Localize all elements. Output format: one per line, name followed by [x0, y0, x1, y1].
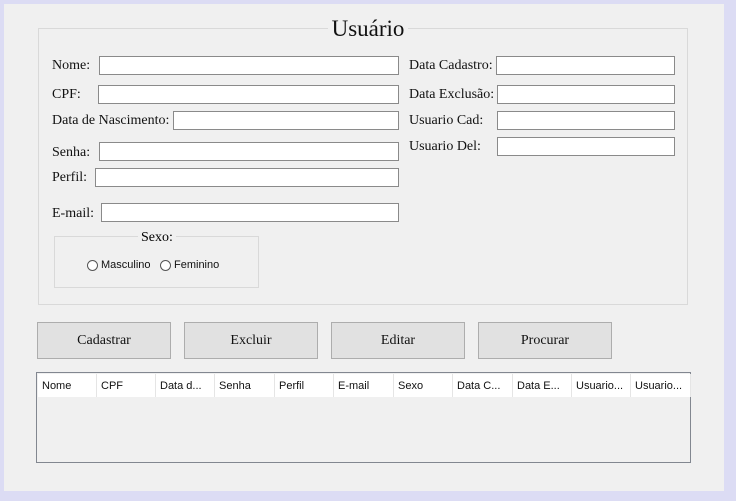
data-exclusao-label: Data Exclusão: [409, 87, 495, 102]
feminino-label: Feminino [174, 259, 220, 271]
column-header-data-cadastro[interactable]: Data C... [453, 374, 513, 397]
data-cadastro-input[interactable] [496, 56, 675, 75]
procurar-button[interactable]: Procurar [478, 322, 612, 359]
editar-button[interactable]: Editar [331, 322, 465, 359]
users-table[interactable]: Nome CPF Data d... Senha Perfil E-mail S… [36, 372, 691, 463]
column-header-usuario-del[interactable]: Usuario... [631, 374, 691, 397]
nascimento-input[interactable] [173, 111, 399, 130]
nome-input[interactable] [99, 56, 399, 75]
usuario-del-label: Usuario Del: [409, 139, 481, 154]
email-label: E-mail: [52, 206, 94, 221]
radio-circle-icon [87, 259, 98, 271]
column-header-email[interactable]: E-mail [334, 374, 394, 397]
senha-input[interactable] [99, 142, 399, 161]
column-header-sexo[interactable]: Sexo [394, 374, 453, 397]
nascimento-label: Data de Nascimento: [52, 113, 170, 128]
perfil-input[interactable] [95, 168, 399, 187]
column-header-perfil[interactable]: Perfil [275, 374, 334, 397]
sexo-label: Sexo: [138, 230, 176, 246]
feminino-radio[interactable]: Feminino [160, 259, 219, 271]
cpf-input[interactable] [98, 85, 399, 104]
masculino-radio[interactable]: Masculino [87, 259, 151, 271]
usuario-cad-input[interactable] [497, 111, 675, 130]
senha-label: Senha: [52, 145, 91, 160]
column-header-nome[interactable]: Nome [38, 374, 97, 397]
data-exclusao-input[interactable] [497, 85, 675, 104]
usuario-cad-label: Usuario Cad: [409, 113, 484, 128]
masculino-label: Masculino [101, 259, 151, 271]
form-title: Usuário [0, 16, 736, 42]
data-cadastro-label: Data Cadastro: [409, 58, 493, 73]
cpf-label: CPF: [52, 87, 81, 102]
column-header-data-exclusao[interactable]: Data E... [513, 374, 572, 397]
perfil-label: Perfil: [52, 170, 87, 185]
column-header-senha[interactable]: Senha [215, 374, 275, 397]
table-header: Nome CPF Data d... Senha Perfil E-mail S… [38, 374, 691, 397]
radio-circle-icon [160, 259, 171, 271]
excluir-button[interactable]: Excluir [184, 322, 318, 359]
column-header-data-nascimento[interactable]: Data d... [156, 374, 215, 397]
usuario-del-input[interactable] [497, 137, 675, 156]
form-title-text: Usuário [327, 16, 409, 41]
column-header-cpf[interactable]: CPF [97, 374, 156, 397]
nome-label: Nome: [52, 58, 91, 73]
cadastrar-button[interactable]: Cadastrar [37, 322, 171, 359]
column-header-usuario-cad[interactable]: Usuario... [572, 374, 631, 397]
email-input[interactable] [101, 203, 399, 222]
